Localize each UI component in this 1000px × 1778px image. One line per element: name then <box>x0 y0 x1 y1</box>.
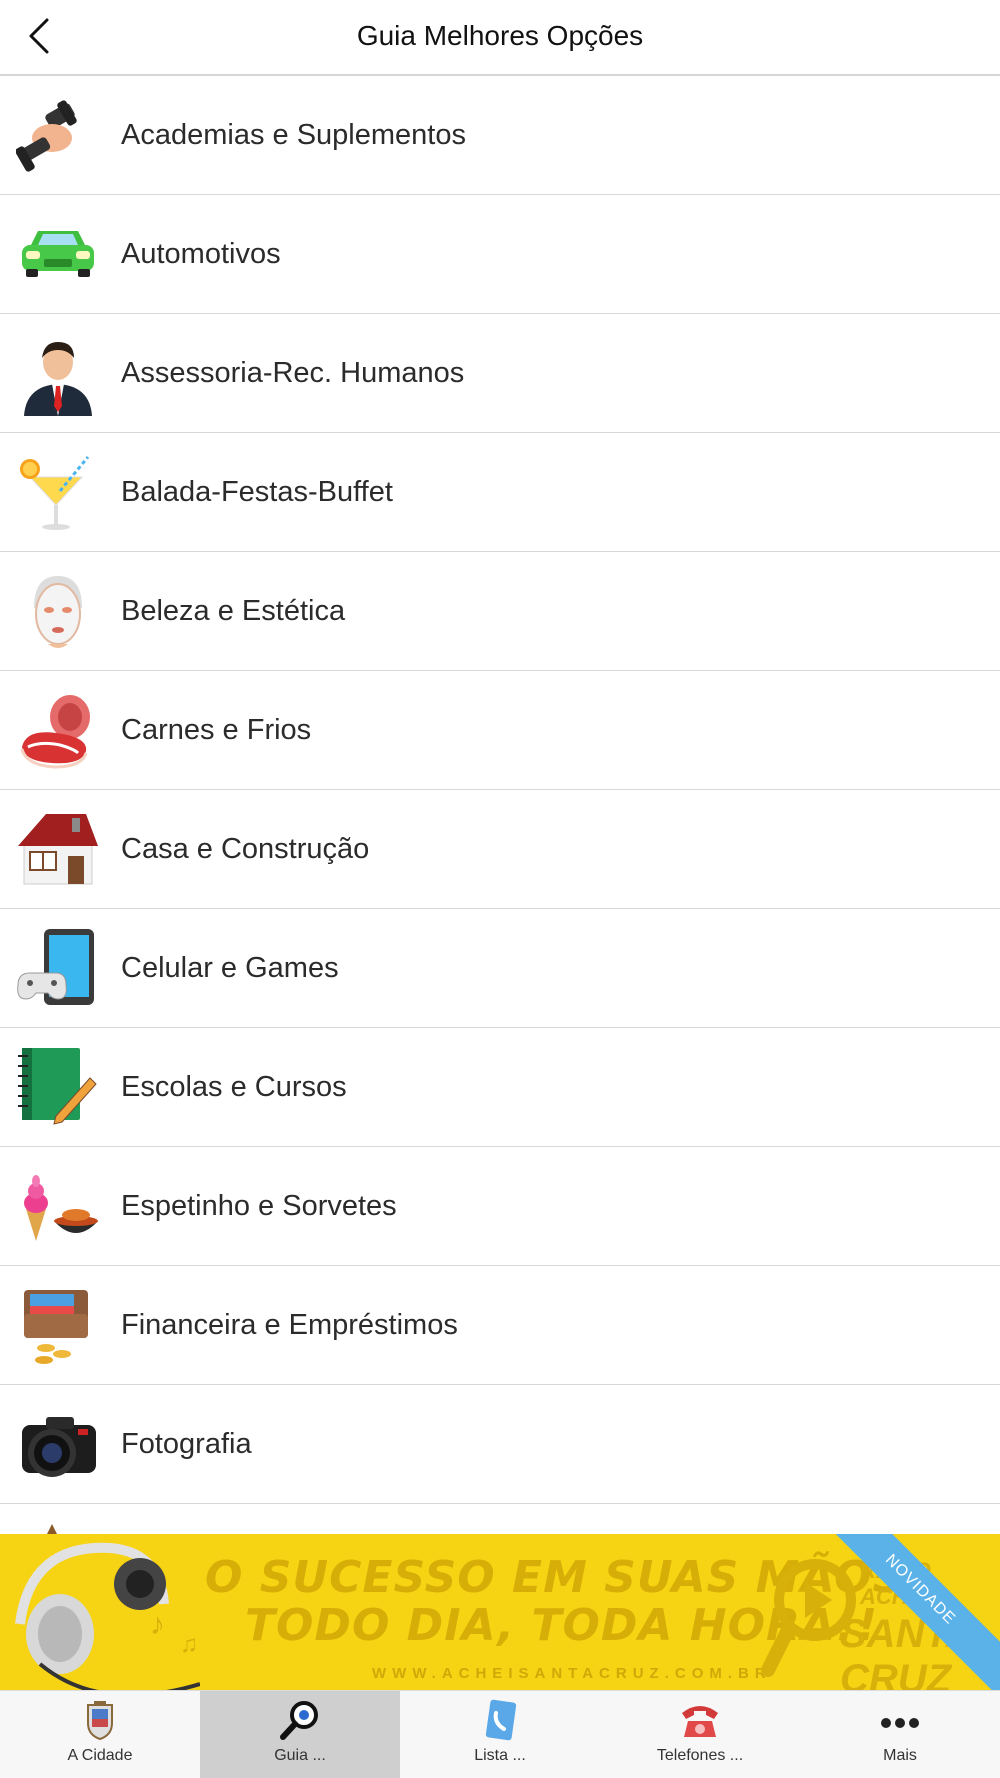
headphones-icon: ♪ ♫ <box>15 1542 200 1690</box>
banner-url: WWW.ACHEISANTACRUZ.COM.BR <box>372 1665 772 1682</box>
face-mask-icon <box>34 576 82 648</box>
icecream-grill-icon <box>24 1175 98 1241</box>
list-item-automotivos[interactable]: Automotivos <box>0 195 1000 314</box>
category-label: Celular e Games <box>121 951 339 984</box>
category-label: Fotografia <box>121 1427 252 1460</box>
tab-mais[interactable]: Mais <box>800 1691 1000 1778</box>
list-item-escolas[interactable]: Escolas e Cursos <box>0 1028 1000 1147</box>
tab-lista[interactable]: Lista ... <box>400 1691 600 1778</box>
nav-header: Guia Melhores Opções <box>0 0 1000 76</box>
magnifier-icon <box>280 1701 318 1740</box>
notebook-pencil-icon <box>18 1048 97 1125</box>
tab-label: Telefones ... <box>656 1747 744 1764</box>
list-item-casa[interactable]: Casa e Construção <box>0 790 1000 909</box>
tab-label: Lista ... <box>474 1747 526 1764</box>
category-label: Financeira e Empréstimos <box>121 1308 458 1341</box>
tab-telefones[interactable]: Telefones ... <box>600 1691 800 1778</box>
wallet-coins-icon <box>24 1290 88 1364</box>
list-item-celular[interactable]: Celular e Games <box>0 909 1000 1028</box>
category-label: Carnes e Frios <box>121 713 312 746</box>
city-crest-icon <box>87 1701 113 1741</box>
cocktail-icon <box>20 456 90 530</box>
tab-label: A Cidade <box>67 1747 133 1764</box>
svg-text:♪: ♪ <box>150 1608 165 1641</box>
category-label: Automotivos <box>121 237 281 270</box>
list-item-carnes[interactable]: Carnes e Frios <box>0 671 1000 790</box>
tab-a-cidade[interactable]: A Cidade <box>0 1691 200 1778</box>
phonebook-icon <box>485 1699 517 1741</box>
list-item-assessoria[interactable]: Assessoria-Rec. Humanos <box>0 314 1000 433</box>
category-label: Assessoria-Rec. Humanos <box>121 356 465 389</box>
category-label: Escolas e Cursos <box>121 1070 347 1103</box>
category-label: Casa e Construção <box>121 832 370 865</box>
tab-bar: A Cidade Guia ... Lista ... Telefones ..… <box>0 1690 1000 1778</box>
businessman-icon <box>24 342 92 416</box>
page-title: Guia Melhores Opções <box>356 20 644 51</box>
list-item-beleza[interactable]: Beleza e Estética <box>0 552 1000 671</box>
tab-label: Guia ... <box>274 1747 326 1764</box>
car-icon <box>22 231 94 277</box>
list-item-financeira[interactable]: Financeira e Empréstimos <box>0 1266 1000 1385</box>
dumbbell-icon <box>16 100 77 172</box>
more-dots-icon <box>881 1718 919 1728</box>
category-label: Beleza e Estética <box>121 594 346 627</box>
list-item-fotografia[interactable]: Fotografia <box>0 1385 1000 1504</box>
category-label: Espetinho e Sorvetes <box>121 1189 397 1222</box>
list-item-espetinho[interactable]: Espetinho e Sorvetes <box>0 1147 1000 1266</box>
tab-guia[interactable]: Guia ... <box>200 1691 400 1778</box>
category-label: Academias e Suplementos <box>121 118 466 151</box>
list-item-balada[interactable]: Balada-Festas-Buffet <box>0 433 1000 552</box>
category-label: Balada-Festas-Buffet <box>121 475 393 508</box>
category-list[interactable]: Academias e Suplementos Automotivos Asse… <box>0 76 1000 1534</box>
ad-banner[interactable]: ♪ ♫ O SUCESSO EM SUAS MÃOS TODO DIA, TOD… <box>0 1534 1000 1690</box>
list-item-academias[interactable]: Academias e Suplementos <box>0 76 1000 195</box>
telephone-icon <box>682 1706 718 1737</box>
partial-icon <box>47 1524 57 1534</box>
svg-text:♫: ♫ <box>180 1631 198 1658</box>
phone-gamepad-icon <box>17 929 94 1005</box>
camera-icon <box>22 1417 96 1477</box>
house-icon <box>18 814 98 885</box>
list-item-partial[interactable] <box>0 1504 1000 1534</box>
meat-icon <box>20 695 90 769</box>
tab-label: Mais <box>883 1747 917 1764</box>
